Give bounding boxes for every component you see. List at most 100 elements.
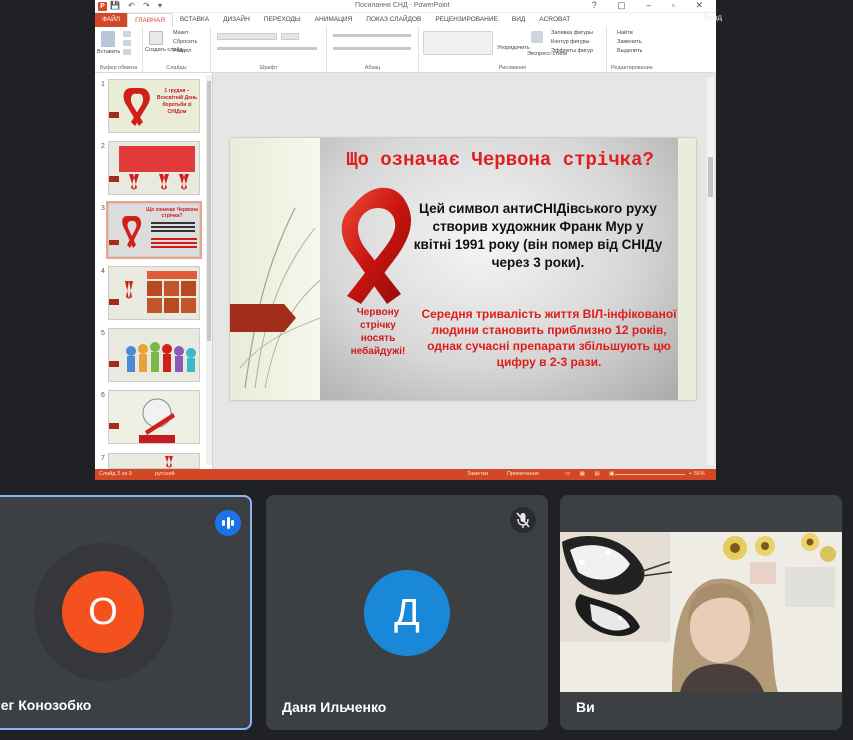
shapes-gallery[interactable]: [423, 31, 493, 55]
font-size-field[interactable]: [281, 33, 299, 40]
speaking-indicator-icon: [215, 510, 241, 536]
align-buttons[interactable]: [333, 47, 411, 50]
self-video: [560, 532, 842, 692]
slide-heading: Що означає Червона стрічка?: [346, 149, 654, 171]
ribbon-caption: Червону стрічку носять небайдужі!: [350, 307, 406, 357]
thumbnail-scrollbar[interactable]: [206, 75, 212, 465]
powerpoint-icon: P: [98, 2, 107, 11]
list-buttons[interactable]: [333, 34, 411, 37]
language-indicator[interactable]: русский: [155, 469, 175, 480]
participant-name: Даня Ильченко: [282, 699, 387, 715]
participant-tile-2[interactable]: Д Даня Ильченко: [266, 495, 548, 730]
slide-note: Середня тривалість життя ВІЛ-інфікованої…: [421, 307, 677, 369]
window-controls[interactable]: ? ▢ – ▫ ✕: [592, 0, 712, 11]
tab-slideshow[interactable]: Показ слайдов: [359, 13, 428, 27]
share-right-background: [716, 0, 853, 480]
avatar: О: [62, 571, 144, 653]
quick-styles-icon[interactable]: [531, 31, 543, 43]
select-button[interactable]: Выделить: [617, 48, 642, 54]
tab-insert[interactable]: Вставка: [173, 13, 216, 27]
zoom-slider[interactable]: [615, 474, 685, 475]
group-label: Редактирование: [611, 65, 653, 71]
status-bar: Слайд 3 из 9 русский Заметки Примечания …: [95, 469, 716, 480]
ribbon: Вставить Буфер обмена Создать слайд Маке…: [95, 27, 716, 73]
tab-transitions[interactable]: Переходы: [257, 13, 308, 27]
reset-button[interactable]: Сбросить: [173, 39, 197, 45]
people-image: [109, 342, 196, 372]
slide-counter: Слайд 3 из 9: [99, 471, 132, 477]
group-label: Абзац: [364, 65, 381, 71]
ppt-titlebar: P 💾 ↶ ↷ ▾ Посилання СНД - PowerPoint ? ▢…: [95, 0, 716, 13]
webcam-image: [560, 532, 842, 692]
arrange-button[interactable]: Упорядочить: [497, 45, 530, 51]
group-label: Рисование: [498, 65, 527, 71]
find-button[interactable]: Найти: [617, 30, 633, 36]
thumbnail-title: 1 грудня – Всесвітній День боротьби зі С…: [156, 88, 198, 115]
canvas-scrollbar[interactable]: [707, 77, 714, 465]
thumbnail-6[interactable]: 6: [95, 390, 213, 448]
tab-home[interactable]: Главная: [127, 13, 173, 27]
participant-tile-1[interactable]: О лег Конозобко: [0, 495, 252, 730]
participant-name: Ви: [576, 699, 595, 715]
tab-animation[interactable]: Анимация: [308, 13, 360, 27]
mic-muted-icon: [510, 507, 536, 533]
view-buttons[interactable]: ▭ ▦ ▤ ▣: [565, 469, 618, 480]
group-editing: Найти Заменить Выделить Редактирование: [607, 27, 716, 72]
signin-label[interactable]: Вход: [704, 13, 722, 22]
icons-grid-image: [109, 271, 197, 313]
thumbnail-5[interactable]: 5: [95, 328, 213, 386]
thumbnail-3[interactable]: 3 Що означає Червона стрічка?: [95, 201, 213, 261]
ribbon-tabs: Файл Главная Вставка Дизайн Переходы Ани…: [95, 13, 716, 27]
quick-access-toolbar[interactable]: 💾 ↶ ↷ ▾: [110, 1, 165, 10]
shape-outline-button[interactable]: Контур фигуры: [551, 39, 589, 45]
tab-design[interactable]: Дизайн: [216, 13, 257, 27]
group-slides: Создать слайд Макет Сбросить Раздел Слай…: [143, 27, 211, 72]
tab-acrobat[interactable]: Acrobat: [532, 13, 577, 27]
replace-button[interactable]: Заменить: [617, 39, 642, 45]
thumbnail-2[interactable]: 2: [95, 141, 213, 199]
group-label: Буфер обмена: [99, 65, 138, 71]
paste-icon[interactable]: [101, 31, 115, 47]
group-font: Шрифт: [211, 27, 327, 72]
slide-description: Цей символ антиСНІДівського руху створив…: [413, 201, 663, 270]
paste-button[interactable]: Вставить: [97, 49, 120, 55]
slide-arrow-shape: [230, 304, 296, 332]
ppt-workspace: 1 1 грудня – Всесвітній День боротьби зі…: [95, 73, 716, 469]
avatar: Д: [364, 570, 450, 656]
format-painter-icon[interactable]: [123, 49, 131, 55]
ribbons-image: [109, 174, 189, 190]
group-paragraph: Абзац: [327, 27, 419, 72]
comments-button[interactable]: Примечания: [507, 469, 539, 480]
fist-ribbon-image: [109, 398, 175, 443]
window-title: Посилання СНД - PowerPoint: [355, 2, 450, 9]
group-clipboard: Вставить Буфер обмена: [95, 27, 143, 72]
new-slide-icon[interactable]: [149, 31, 163, 45]
tab-view[interactable]: Вид: [505, 13, 532, 27]
thumbnail-1[interactable]: 1 1 грудня – Всесвітній День боротьби зі…: [95, 79, 213, 137]
zoom-level[interactable]: + 56%: [689, 469, 705, 480]
tab-file[interactable]: Файл: [95, 13, 128, 27]
ribbon-image: [109, 216, 197, 248]
cut-icon[interactable]: [123, 31, 131, 37]
tab-review[interactable]: Рецензирование: [428, 13, 505, 27]
font-format-buttons[interactable]: [217, 47, 317, 50]
section-button[interactable]: Раздел: [173, 48, 191, 54]
current-slide[interactable]: Що означає Червона стрічка? Цей символ а…: [230, 138, 696, 400]
participant-tile-self[interactable]: Ви: [560, 495, 842, 730]
group-label: Шрифт: [259, 65, 278, 71]
ribbon-image: [165, 456, 173, 468]
thumbnail-4[interactable]: 4: [95, 266, 213, 324]
slide-thumbnails-pane: 1 1 грудня – Всесвітній День боротьби зі…: [95, 73, 213, 469]
layout-button[interactable]: Макет: [173, 30, 189, 36]
group-drawing: Упорядочить Экспресс-стили Заливка фигур…: [419, 27, 607, 72]
font-name-field[interactable]: [217, 33, 277, 40]
copy-icon[interactable]: [123, 40, 131, 46]
notes-button[interactable]: Заметки: [467, 469, 488, 480]
decorative-vines: [239, 207, 324, 388]
shared-screen: P 💾 ↶ ↷ ▾ Посилання СНД - PowerPoint ? ▢…: [95, 0, 716, 480]
participant-name: лег Конозобко: [0, 697, 92, 713]
slide-canvas: Що означає Червона стрічка? Цей символ а…: [214, 73, 716, 469]
group-label: Слайды: [166, 65, 187, 71]
shape-effects-button[interactable]: Эффекты фигур: [551, 48, 593, 54]
shape-fill-button[interactable]: Заливка фигуры: [551, 30, 593, 36]
